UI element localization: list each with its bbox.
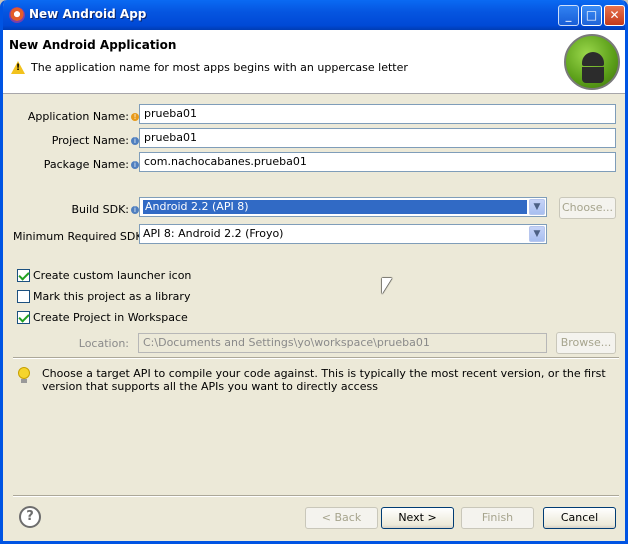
close-button[interactable]: ✕ <box>604 5 625 26</box>
next-button[interactable]: Next > <box>381 507 454 529</box>
info-decoration-icon: i <box>131 206 139 214</box>
browse-button[interactable]: Browse... <box>556 332 616 354</box>
location-label: Location: <box>78 337 129 350</box>
checkbox-unchecked-icon[interactable] <box>17 290 30 303</box>
hint-text: Choose a target API to compile your code… <box>42 367 606 393</box>
checkbox-checked-icon[interactable] <box>17 311 30 324</box>
maximize-button[interactable]: □ <box>581 5 602 26</box>
application-name-label: Application Name:! <box>13 110 139 123</box>
android-logo-icon <box>564 34 620 90</box>
build-sdk-selected-value: Android 2.2 (API 8) <box>143 200 527 214</box>
chevron-down-icon[interactable]: ▼ <box>529 199 545 215</box>
project-name-input[interactable]: prueba01 <box>139 128 616 148</box>
location-input[interactable]: C:\Documents and Settings\yo\workspace\p… <box>138 333 547 353</box>
mark-as-library-checkbox[interactable]: Mark this project as a library <box>17 290 190 303</box>
eclipse-icon <box>9 7 25 23</box>
application-name-input[interactable]: prueba01 <box>139 104 616 124</box>
separator <box>13 357 619 359</box>
create-launcher-icon-checkbox[interactable]: Create custom launcher icon <box>17 269 191 282</box>
wizard-header: New Android Application ! The applicatio… <box>3 30 625 94</box>
checkbox-checked-icon[interactable] <box>17 269 30 282</box>
lightbulb-icon <box>18 367 30 383</box>
minimum-sdk-selected-value: API 8: Android 2.2 (Froyo) <box>143 227 284 240</box>
choose-button[interactable]: Choose... <box>559 197 616 219</box>
warning-decoration-icon: ! <box>131 113 139 121</box>
help-icon[interactable]: ? <box>19 506 41 528</box>
package-name-input[interactable]: com.nachocabanes.prueba01 <box>139 152 616 172</box>
minimum-sdk-label: Minimum Required SDK:i <box>13 230 157 243</box>
info-decoration-icon: i <box>131 161 139 169</box>
finish-button[interactable]: Finish <box>461 507 534 529</box>
minimize-button[interactable]: _ <box>558 5 579 26</box>
cancel-button[interactable]: Cancel <box>543 507 616 529</box>
warning-icon: ! <box>11 61 25 74</box>
build-sdk-label: Build SDK: i <box>13 203 139 216</box>
page-title: New Android Application <box>9 38 177 52</box>
header-message: The application name for most apps begin… <box>31 61 408 74</box>
window-title: New Android App <box>29 7 147 21</box>
back-button[interactable]: < Back <box>305 507 378 529</box>
minimum-sdk-select[interactable]: API 8: Android 2.2 (Froyo) ▼ <box>139 224 547 244</box>
new-android-app-window: New Android App _ □ ✕ New Android Applic… <box>0 0 628 544</box>
chevron-down-icon[interactable]: ▼ <box>529 226 545 242</box>
footer-separator <box>13 495 619 497</box>
build-sdk-select[interactable]: Android 2.2 (API 8) ▼ <box>139 197 547 217</box>
info-decoration-icon: i <box>131 137 139 145</box>
project-name-label: Project Name: i <box>13 134 139 147</box>
create-in-workspace-checkbox[interactable]: Create Project in Workspace <box>17 311 188 324</box>
package-name-label: Package Name: i <box>13 158 139 171</box>
title-bar[interactable]: New Android App _ □ ✕ <box>3 0 625 30</box>
mouse-cursor-icon <box>382 278 392 294</box>
